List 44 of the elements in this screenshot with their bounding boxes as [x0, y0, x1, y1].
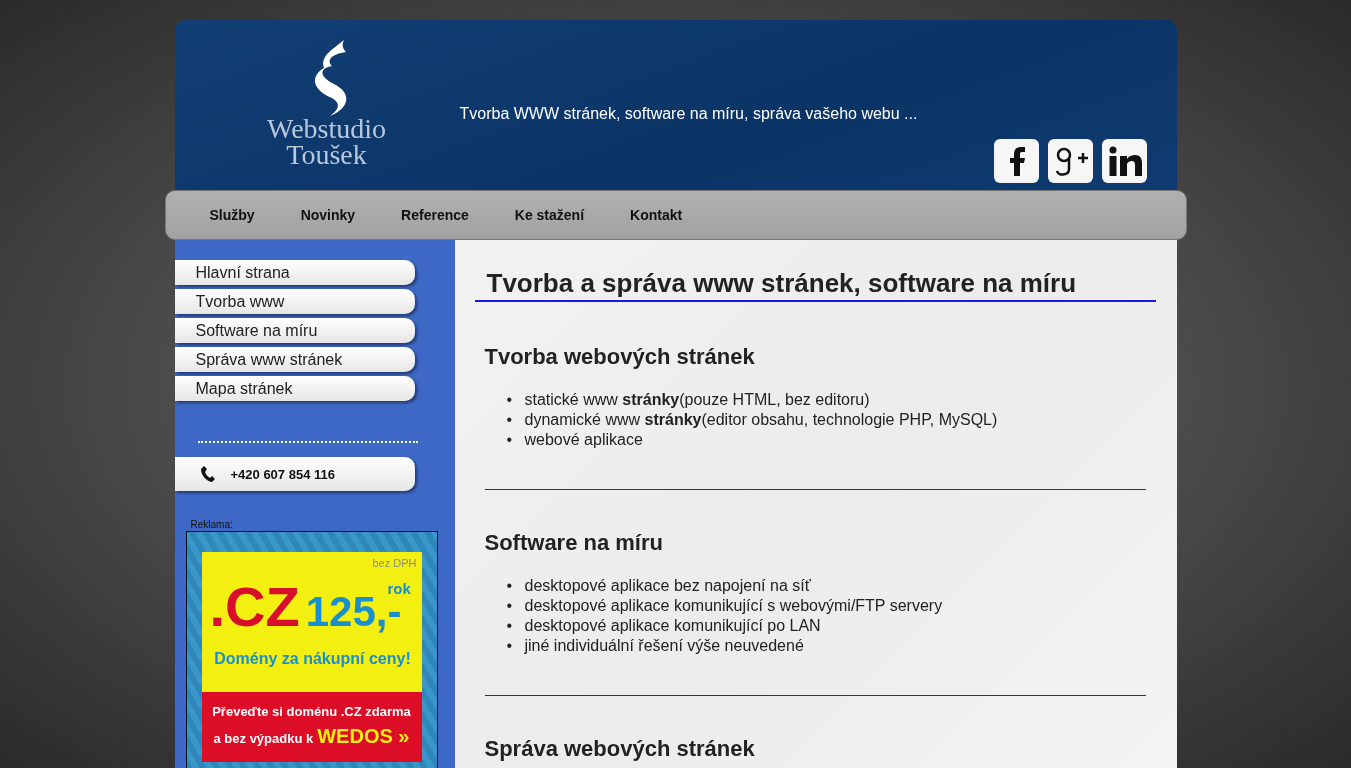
phone-number: +420 607 854 116	[230, 466, 335, 482]
brand-text: WEDOS »	[317, 725, 410, 748]
nav-link[interactable]: Novinky	[300, 207, 356, 223]
facebook-icon[interactable]	[993, 139, 1039, 183]
list-item: statické www stránky(pouze HTML, bez editoru)	[524, 390, 870, 410]
list-item: dynamické www stránky(editor obsahu, technologie PHP, MySQL)	[524, 410, 998, 430]
logo-text: Toušek	[286, 142, 367, 168]
ad-label: Reklama:	[190, 519, 234, 531]
page-heading: Tvorba a správa www stránek, software na míru	[474, 267, 1156, 302]
sidebar-menu-item[interactable]: Mapa stránek	[174, 376, 415, 401]
nav-link[interactable]: Ke stažení	[514, 207, 585, 223]
list-item: jiné individuální řešení výše neuvedené	[524, 636, 804, 656]
section-heading: Software na míru	[484, 529, 664, 557]
list-bullet: •	[506, 410, 514, 430]
offer-text: a bez výpadku k	[213, 731, 314, 746]
offer-text: Převeďte si doménu .CZ zdarma	[211, 704, 412, 719]
domain-text: .CZ	[209, 582, 300, 632]
section-heading: Správa webových stránek	[484, 735, 756, 763]
nav-link[interactable]: Služby	[209, 207, 255, 223]
tax-note: bez DPH	[372, 557, 417, 569]
nav-link[interactable]: Kontakt	[630, 207, 683, 223]
list-bullet: •	[506, 636, 514, 656]
sidebar-menu-item[interactable]: Tvorba www	[174, 289, 415, 314]
list-item: webové aplikace	[524, 430, 643, 450]
list-bullet: •	[506, 576, 514, 596]
section-heading: Tvorba webových stránek	[484, 343, 756, 371]
sidebar-menu-item[interactable]: Hlavní strana	[174, 260, 415, 285]
logo-text: Webstudio	[266, 116, 387, 142]
list-bullet: •	[506, 430, 514, 450]
google-plus-icon[interactable]	[1047, 139, 1093, 183]
list-item: desktopové aplikace komunikující po LAN	[524, 616, 821, 636]
ad-slogan: Domény za nákupní ceny!	[213, 650, 412, 668]
list-bullet: •	[506, 390, 514, 410]
list-bullet: •	[506, 596, 514, 616]
nav-link[interactable]: Reference	[401, 207, 469, 223]
tagline: Tvorba WWW stránek, software na míru, správa vašeho webu ...	[459, 105, 918, 123]
list-item: desktopové aplikace komunikující s webovými/FTP servery	[524, 596, 943, 616]
sidebar-menu-item[interactable]: Správa www stránek	[174, 347, 415, 372]
price-unit: rok	[387, 580, 411, 597]
list-bullet: •	[506, 616, 514, 636]
linkedin-icon[interactable]	[1101, 139, 1147, 183]
sidebar-menu-item[interactable]: Software na míru	[174, 318, 415, 343]
list-item: desktopové aplikace bez napojení na síť	[524, 576, 811, 596]
phone-icon	[200, 466, 215, 482]
